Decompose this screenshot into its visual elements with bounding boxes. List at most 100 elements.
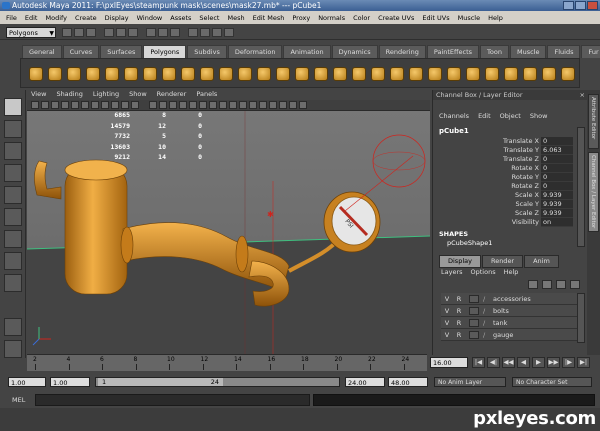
menu-modify[interactable]: Modify — [45, 14, 67, 22]
shelf-fill-hole-icon[interactable] — [390, 67, 404, 81]
viewport-menu-show[interactable]: Show — [129, 90, 147, 100]
layer-menu-options[interactable]: Options — [471, 268, 496, 276]
layer-row[interactable]: V R / gauge — [441, 329, 579, 341]
tab-fluids[interactable]: Fluids — [547, 45, 581, 58]
menu-proxy[interactable]: Proxy — [292, 14, 310, 22]
attribute-value-field[interactable]: 6.063 — [541, 146, 573, 155]
history-icon[interactable] — [188, 28, 198, 37]
shelf-boolean-icon[interactable] — [333, 67, 347, 81]
scale-tool-icon[interactable] — [4, 208, 22, 226]
move-tool-icon[interactable] — [4, 164, 22, 182]
play-backwards-icon[interactable]: ◀ — [517, 357, 530, 368]
single-pane-layout-icon[interactable] — [4, 274, 22, 292]
shadows-icon[interactable] — [199, 101, 207, 109]
menu-select[interactable]: Select — [199, 14, 219, 22]
layer-reference-toggle[interactable]: R — [453, 319, 465, 327]
range-slider[interactable]: 1 24 — [95, 377, 340, 387]
high-quality-icon[interactable] — [249, 101, 257, 109]
attribute-name[interactable]: Scale Y — [433, 200, 541, 209]
2d-pan-zoom-icon[interactable] — [71, 101, 79, 109]
attribute-value-field[interactable]: 9.939 — [541, 209, 573, 218]
shelf-pipe-icon[interactable] — [181, 67, 195, 81]
wireframe-on-shaded-icon[interactable] — [169, 101, 177, 109]
grid-icon[interactable] — [91, 101, 99, 109]
3d-viewport[interactable]: PSI ✱ 6865 8 0 14579 12 0 7732 5 0 13603 10 0 9212 14… — [27, 111, 430, 354]
viewport-menu-view[interactable]: View — [31, 90, 46, 100]
channel-menu-object[interactable]: Object — [500, 112, 521, 120]
smooth-shade-icon[interactable] — [159, 101, 167, 109]
attribute-value-field[interactable]: 0 — [541, 137, 573, 146]
menu-edit-mesh[interactable]: Edit Mesh — [253, 14, 285, 22]
close-button[interactable] — [587, 1, 598, 10]
shelf-sphere-icon[interactable] — [29, 67, 43, 81]
layer-name[interactable]: gauge — [493, 331, 513, 339]
channel-menu-show[interactable]: Show — [530, 112, 548, 120]
tab-subdivs[interactable]: Subdivs — [187, 45, 227, 58]
manipulator-handle[interactable] — [344, 155, 414, 212]
attribute-name[interactable]: Translate Y — [433, 146, 541, 155]
menu-normals[interactable]: Normals — [318, 14, 345, 22]
step-back-frame-icon[interactable]: ◀◀ — [502, 357, 515, 368]
menu-assets[interactable]: Assets — [170, 14, 191, 22]
attribute-name[interactable]: Translate Z — [433, 155, 541, 164]
layer-reference-toggle[interactable]: R — [453, 331, 465, 339]
anim-layer-dropdown[interactable]: No Anim Layer — [434, 377, 506, 387]
select-component-icon[interactable] — [128, 28, 138, 37]
move-layer-up-icon[interactable] — [556, 280, 566, 289]
render-settings-icon[interactable] — [224, 28, 234, 37]
snap-curve-icon[interactable] — [158, 28, 168, 37]
select-hierarchy-icon[interactable] — [104, 28, 114, 37]
attribute-value-field[interactable]: 0 — [541, 173, 573, 182]
layer-menu-layers[interactable]: Layers — [441, 268, 463, 276]
shelf-soccer-ball-icon[interactable] — [219, 67, 233, 81]
shelf-split-icon[interactable] — [523, 67, 537, 81]
ipr-render-icon[interactable] — [212, 28, 222, 37]
new-layer-selected-icon[interactable] — [542, 280, 552, 289]
attribute-name[interactable]: Scale Z — [433, 209, 541, 218]
tab-channel-box[interactable]: Channel Box / Layer Editor — [588, 152, 599, 232]
four-pane-layout-icon[interactable] — [4, 318, 22, 336]
layer-tab-anim[interactable]: Anim — [524, 255, 559, 268]
new-layer-icon[interactable] — [528, 280, 538, 289]
layer-visibility-toggle[interactable]: V — [441, 331, 453, 339]
menu-edit[interactable]: Edit — [25, 14, 38, 22]
tab-polygons[interactable]: Polygons — [143, 45, 187, 58]
shelf-smooth-icon[interactable] — [314, 67, 328, 81]
shelf-mirror-icon[interactable] — [371, 67, 385, 81]
paint-select-tool-icon[interactable] — [4, 142, 22, 160]
menu-create[interactable]: Create — [75, 14, 97, 22]
layer-name[interactable]: bolts — [493, 307, 509, 315]
rotate-manipulator-ring[interactable] — [372, 134, 426, 188]
tab-muscle[interactable]: Muscle — [509, 45, 547, 58]
shelf-bridge-icon[interactable] — [485, 67, 499, 81]
open-scene-icon[interactable] — [74, 28, 84, 37]
mel-label[interactable]: MEL — [12, 396, 25, 404]
xray-icon[interactable] — [209, 101, 217, 109]
render-icon[interactable] — [200, 28, 210, 37]
menu-edit-uvs[interactable]: Edit UVs — [422, 14, 449, 22]
save-scene-icon[interactable] — [86, 28, 96, 37]
shelf-append-icon[interactable] — [504, 67, 518, 81]
film-gate-icon[interactable] — [101, 101, 109, 109]
shelf-reduce-icon[interactable] — [409, 67, 423, 81]
menu-color[interactable]: Color — [353, 14, 370, 22]
shelf-torus-icon[interactable] — [124, 67, 138, 81]
shelf-platonic-icon[interactable] — [238, 67, 252, 81]
tab-curves[interactable]: Curves — [62, 45, 100, 58]
menu-help[interactable]: Help — [488, 14, 503, 22]
select-tool-icon[interactable] — [4, 98, 22, 116]
go-to-start-icon[interactable]: |◀ — [472, 357, 485, 368]
attribute-name[interactable]: Translate X — [433, 137, 541, 146]
viewport-menu-shading[interactable]: Shading — [56, 90, 82, 100]
attribute-value-field[interactable]: on — [541, 218, 573, 227]
tab-rendering[interactable]: Rendering — [378, 45, 426, 58]
xray-joints-icon[interactable] — [229, 101, 237, 109]
channel-box-scrollbar[interactable] — [577, 127, 585, 247]
step-forward-key-icon[interactable]: |▶ — [562, 357, 575, 368]
rotate-tool-icon[interactable] — [4, 186, 22, 204]
attribute-name[interactable]: Rotate Y — [433, 173, 541, 182]
attribute-name[interactable]: Rotate X — [433, 164, 541, 173]
layer-visibility-toggle[interactable]: V — [441, 319, 453, 327]
grease-pencil-icon[interactable] — [81, 101, 89, 109]
bookmark-icon[interactable] — [51, 101, 59, 109]
